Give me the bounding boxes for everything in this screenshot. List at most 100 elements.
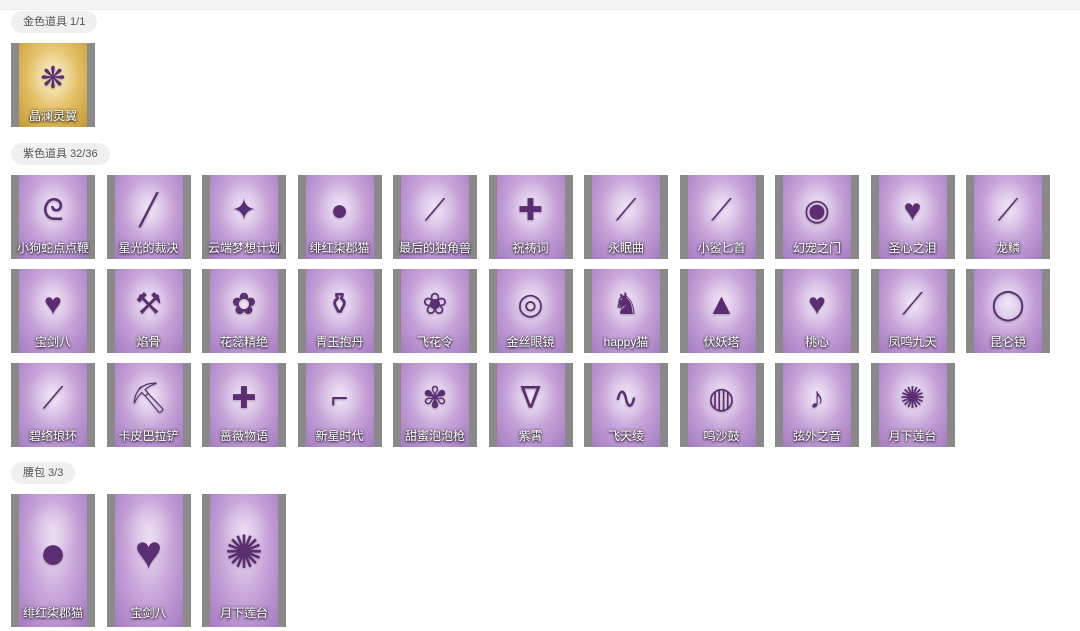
item-label: 月下莲台 xyxy=(219,606,268,620)
item-label: 绯红柒郡猫 xyxy=(22,606,83,620)
sword-icon: ⟋ xyxy=(615,194,637,227)
lotus-mirror-icon: ✺ xyxy=(224,526,264,578)
item-card[interactable]: ♪ 弦外之音 xyxy=(775,363,859,447)
hammer-icon: ⚒ xyxy=(135,288,162,321)
item-label: 花蕊精绝 xyxy=(219,335,268,349)
item-card[interactable]: ✺ 月下莲台 xyxy=(202,494,286,627)
item-card[interactable]: ● 绯红柒郡猫 xyxy=(297,175,382,259)
item-card[interactable]: ⟋ 小鲨匕首 xyxy=(679,175,764,259)
heart-locket-icon: ♥ xyxy=(134,526,163,578)
item-card[interactable]: ⌐ 新星时代 xyxy=(297,363,382,447)
item-label: 龙鳞 xyxy=(995,241,1020,255)
item-label: 焰骨 xyxy=(136,335,161,349)
item-card[interactable]: ⛏ 卡皮巴拉铲 xyxy=(106,363,191,447)
item-label: 云端梦想计划 xyxy=(207,241,280,255)
item-label: 祝祷词 xyxy=(512,241,549,255)
drum-icon: ◍ xyxy=(708,382,735,415)
item-card[interactable]: ⚒ 焰骨 xyxy=(106,269,191,353)
bubble-gun-icon: ✾ xyxy=(422,382,448,415)
item-card[interactable]: ❀ 飞花令 xyxy=(393,269,477,353)
item-label: 宝剑八 xyxy=(34,335,71,349)
gun-icon: ╱ xyxy=(139,194,158,227)
ring-mirror-icon: ◯ xyxy=(991,288,1025,321)
top-bar xyxy=(0,0,1080,10)
item-label: 凤鸣九天 xyxy=(888,335,937,349)
item-label: 最后的独角兽 xyxy=(398,241,471,255)
jade-staff-icon: ⟋ xyxy=(42,382,64,415)
horn-blade-icon: ⟋ xyxy=(424,194,446,227)
item-card[interactable]: ❋ 晶澜灵翼 xyxy=(11,43,95,127)
item-card[interactable]: ♥ 宝剑八 xyxy=(106,494,191,627)
item-card[interactable]: ⟋ 最后的独角兽 xyxy=(393,175,477,259)
bouquet-icon: ❀ xyxy=(422,288,448,321)
item-label: 蔷薇物语 xyxy=(219,429,268,443)
cat-icon: ● xyxy=(39,526,67,578)
item-label: happy猫 xyxy=(603,335,649,349)
item-card[interactable]: ᐁ 紫霄 xyxy=(488,363,573,447)
item-label: 小狗蛇点点鞭 xyxy=(16,241,89,255)
pendant-icon: ᐁ xyxy=(520,382,541,415)
item-card[interactable]: ◎ 金丝眼镜 xyxy=(488,269,573,353)
item-label: 鸣沙鼓 xyxy=(703,429,740,443)
item-card[interactable]: ✦ 云端梦想计划 xyxy=(202,175,286,259)
section-title-waist-pack: 腰包 3/3 xyxy=(11,462,76,484)
heart-staff-icon: ♥ xyxy=(808,288,826,321)
cat-icon: ● xyxy=(330,194,349,227)
item-card[interactable]: ◯ 昆仑镜 xyxy=(966,269,1050,353)
item-label: 圣心之泪 xyxy=(888,241,937,255)
item-label: 宝剑八 xyxy=(130,606,167,620)
item-card[interactable]: ∿ 飞天绫 xyxy=(584,363,668,447)
flower-chain-icon: ✿ xyxy=(231,288,257,321)
item-label: 紫霄 xyxy=(518,429,543,443)
section-title-purple: 紫色道具 32/36 xyxy=(11,143,110,165)
item-label: 伏妖塔 xyxy=(703,335,740,349)
cat-figure-icon: ♞ xyxy=(612,288,640,321)
heart-wand-icon: ♥ xyxy=(903,194,922,227)
item-card[interactable]: ⟋ 碧络琅环 xyxy=(11,363,95,447)
item-card[interactable]: ♥ 宝剑八 xyxy=(11,269,95,353)
item-label: 甜蜜泡泡枪 xyxy=(404,429,465,443)
item-card[interactable]: ⟋ 凤鸣九天 xyxy=(870,269,955,353)
item-card[interactable]: ♥ 桃心 xyxy=(775,269,859,353)
item-card[interactable]: ╱ 星光的裁决 xyxy=(106,175,191,259)
item-label: 幻宠之门 xyxy=(792,241,841,255)
heart-locket-icon: ♥ xyxy=(44,288,62,321)
medkit-icon: ✚ xyxy=(231,382,257,415)
item-label: 月下莲台 xyxy=(888,429,937,443)
item-label: 金丝眼镜 xyxy=(506,335,555,349)
item-card[interactable]: ⚱ 青玉抱丹 xyxy=(297,269,382,353)
mirror-icon: ◉ xyxy=(803,194,831,227)
item-card[interactable]: ✾ 甜蜜泡泡枪 xyxy=(393,363,477,447)
item-label: 绯红柒郡猫 xyxy=(309,241,370,255)
item-card[interactable]: ♞ happy猫 xyxy=(584,269,668,353)
item-label: 弦外之音 xyxy=(792,429,841,443)
vase-icon: ⚱ xyxy=(326,288,353,321)
shark-dagger-icon: ⟋ xyxy=(711,194,732,227)
item-label: 晶澜灵翼 xyxy=(28,109,77,123)
pagoda-icon: ▲ xyxy=(706,288,737,321)
item-card[interactable]: ✿ 花蕊精绝 xyxy=(202,269,286,353)
whip-icon: ᘓ xyxy=(42,194,64,227)
item-card[interactable]: ● 绯红柒郡猫 xyxy=(11,494,95,627)
item-card[interactable]: ◉ 幻宠之门 xyxy=(775,175,859,259)
item-label: 飞天绫 xyxy=(607,429,644,443)
lute-icon: ♪ xyxy=(809,382,825,415)
item-label: 青玉抱丹 xyxy=(315,335,364,349)
item-card[interactable]: ✚ 祝祷词 xyxy=(488,175,573,259)
item-label: 小鲨匕首 xyxy=(697,241,746,255)
item-card[interactable]: ⟋ 永眠曲 xyxy=(584,175,668,259)
glasses-icon: ◎ xyxy=(517,288,544,321)
item-label: 卡皮巴拉铲 xyxy=(118,429,179,443)
item-card[interactable]: ✚ 蔷薇物语 xyxy=(202,363,286,447)
item-card[interactable]: ▲ 伏妖塔 xyxy=(679,269,764,353)
item-card[interactable]: ✺ 月下莲台 xyxy=(870,363,955,447)
item-label: 昆仑镜 xyxy=(989,335,1026,349)
item-label: 桃心 xyxy=(804,335,829,349)
revolver-icon: ⌐ xyxy=(330,382,349,415)
item-card[interactable]: ᘓ 小狗蛇点点鞭 xyxy=(11,175,95,259)
item-label: 飞花令 xyxy=(416,335,453,349)
item-card[interactable]: ◍ 鸣沙鼓 xyxy=(679,363,764,447)
item-card[interactable]: ♥ 圣心之泪 xyxy=(870,175,955,259)
item-label: 碧络琅环 xyxy=(28,429,77,443)
item-card[interactable]: ⟋ 龙鳞 xyxy=(966,175,1050,259)
